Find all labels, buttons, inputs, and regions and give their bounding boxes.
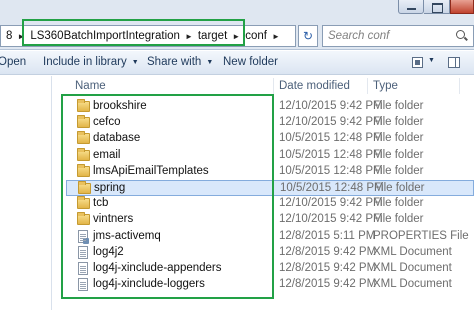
- navigation-pane[interactable]: [0, 76, 52, 310]
- column-divider[interactable]: [273, 78, 274, 94]
- command-bar: Open Include in library ▼ Share with ▼ New…: [0, 51, 474, 75]
- maximize-button[interactable]: [424, 0, 450, 14]
- file-type: File folder: [373, 197, 424, 210]
- search-icon[interactable]: [456, 30, 465, 39]
- items-highlight-box: [61, 94, 274, 299]
- file-date-modified: 10/5/2015 12:48 PM: [280, 182, 384, 194]
- search-placeholder: Search conf: [328, 30, 390, 42]
- breadcrumb-prefix[interactable]: 8: [3, 30, 15, 42]
- column-header-type[interactable]: Type: [373, 80, 398, 92]
- column-divider[interactable]: [367, 78, 368, 94]
- file-type: XML Document: [373, 245, 452, 258]
- chevron-right-icon[interactable]: ►: [270, 32, 282, 41]
- column-headers: Name Date modified Type: [53, 76, 474, 96]
- file-date-modified: 12/8/2015 9:42 PM: [279, 262, 377, 274]
- minimize-button[interactable]: [398, 0, 424, 14]
- file-date-modified: 12/8/2015 9:42 PM: [279, 278, 377, 291]
- file-type: XML Document: [373, 278, 452, 291]
- column-divider[interactable]: [459, 78, 460, 94]
- share-with-label: Share with: [147, 56, 202, 68]
- file-date-modified: 12/10/2015 9:42 PM: [279, 116, 383, 129]
- file-type: File folder: [374, 182, 425, 194]
- preview-pane-icon[interactable]: [448, 57, 460, 68]
- address-highlight-box: [22, 19, 245, 46]
- file-type: PROPERTIES File: [373, 229, 469, 242]
- new-folder-button[interactable]: New folder: [223, 56, 278, 68]
- file-date-modified: 10/5/2015 12:48 PM: [279, 164, 383, 177]
- breadcrumb-item[interactable]: conf: [242, 30, 270, 42]
- file-date-modified: 12/10/2015 9:42 PM: [279, 100, 383, 112]
- refresh-icon[interactable]: ↻: [298, 25, 318, 47]
- include-in-library-button[interactable]: Include in library ▼: [43, 56, 139, 68]
- open-button[interactable]: Open: [0, 56, 26, 68]
- share-with-button[interactable]: Share with ▼: [147, 56, 213, 68]
- search-input[interactable]: Search conf: [322, 25, 474, 47]
- column-header-name[interactable]: Name: [75, 80, 106, 92]
- close-button[interactable]: [450, 0, 474, 14]
- file-type: File folder: [373, 132, 424, 145]
- file-date-modified: 10/5/2015 12:48 PM: [279, 148, 383, 161]
- view-options-icon[interactable]: [412, 57, 423, 68]
- file-date-modified: 12/8/2015 5:11 PM: [279, 229, 376, 242]
- chevron-down-icon: ▼: [131, 59, 139, 66]
- chevron-down-icon: ▼: [206, 59, 214, 66]
- file-date-modified: 10/5/2015 12:48 PM: [279, 132, 383, 145]
- file-type: File folder: [373, 100, 424, 112]
- file-type: XML Document: [373, 262, 452, 274]
- include-in-library-label: Include in library: [43, 56, 127, 68]
- file-date-modified: 12/8/2015 9:42 PM: [279, 245, 377, 258]
- file-type: File folder: [373, 213, 424, 226]
- chevron-down-icon[interactable]: ▼: [428, 57, 435, 64]
- title-bar: [0, 0, 474, 20]
- file-type: File folder: [373, 148, 424, 161]
- file-date-modified: 12/10/2015 9:42 PM: [279, 213, 383, 226]
- file-type: File folder: [373, 116, 424, 129]
- column-header-date[interactable]: Date modified: [279, 80, 350, 92]
- file-type: File folder: [373, 164, 424, 177]
- file-date-modified: 12/10/2015 9:42 PM: [279, 197, 383, 210]
